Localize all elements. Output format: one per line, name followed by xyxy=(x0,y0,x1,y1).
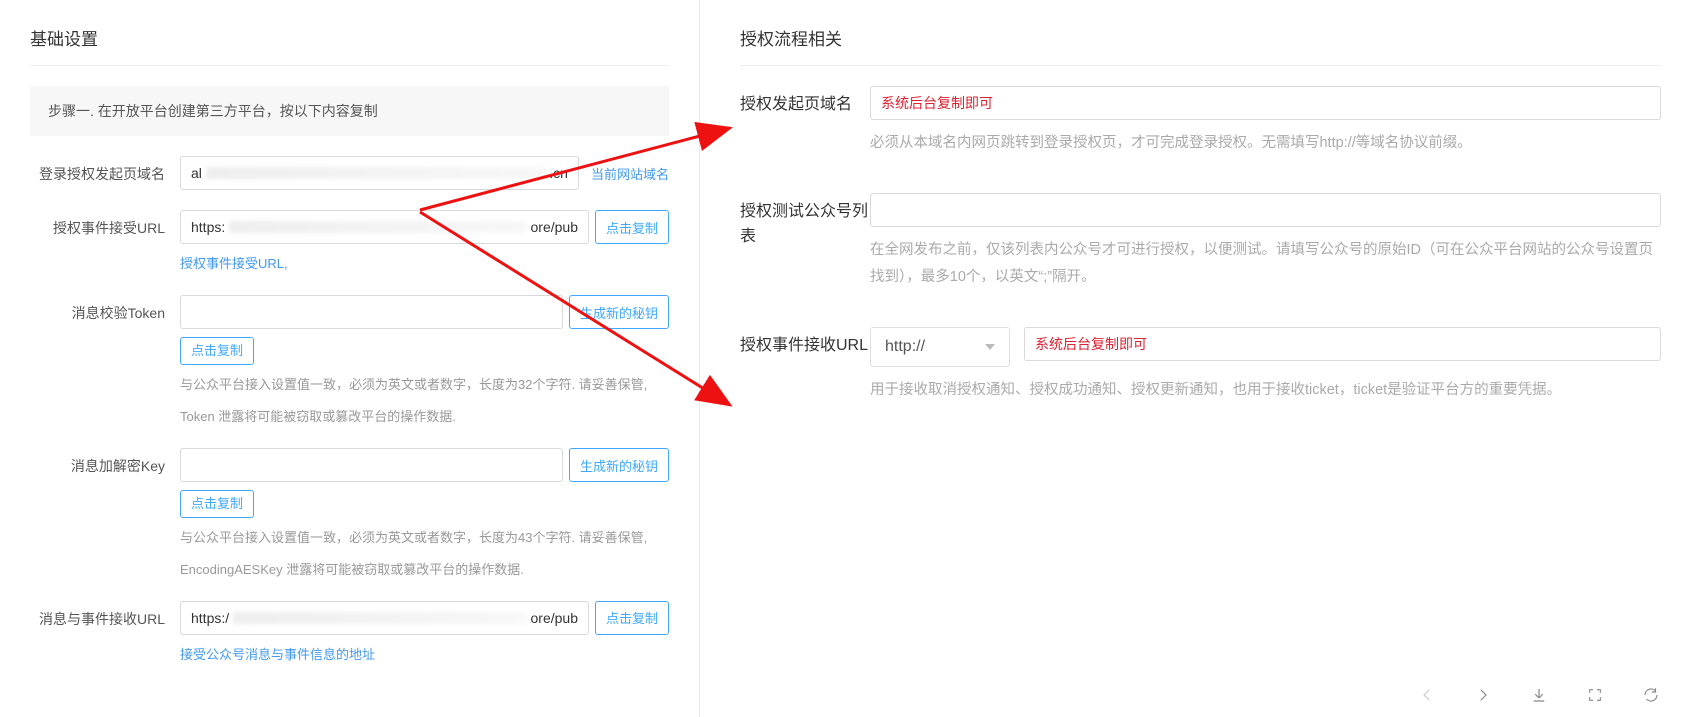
chevron-down-icon xyxy=(985,344,995,350)
viewer-toolbar xyxy=(1417,685,1661,705)
left-title: 基础设置 xyxy=(30,25,669,66)
auth-domain-help: 必须从本域名内网页跳转到登录授权页，才可完成登录授权。无需填写http://等域… xyxy=(870,130,1661,158)
next-icon[interactable] xyxy=(1473,685,1493,705)
blurred-url xyxy=(229,221,526,233)
row-test-accounts: 授权测试公众号列表 在全网发布之前，仅该列表内公众号才可进行授权，以便测试。请填… xyxy=(740,193,1661,292)
protocol-value: http:// xyxy=(885,338,925,356)
row-aeskey: 消息加解密Key 生成新的秘钥 点击复制 与公众平台接入设置值一致，必须为英文或… xyxy=(30,448,669,581)
right-title: 授权流程相关 xyxy=(740,25,1661,66)
gen-aeskey-button[interactable]: 生成新的秘钥 xyxy=(569,448,669,482)
copy-token-button[interactable]: 点击复制 xyxy=(180,337,254,365)
blurred-domain xyxy=(206,167,545,179)
row-event-url: 授权事件接受URL https: ore/pub 点击复制 授权事件接受URL, xyxy=(30,210,669,275)
test-accounts-help: 在全网发布之前，仅该列表内公众号才可进行授权，以便测试。请填写公众号的原始ID（… xyxy=(870,237,1661,292)
current-domain-link[interactable]: 当前网站域名 xyxy=(591,164,669,183)
row-auth-domain: 授权发起页域名 必须从本域名内网页跳转到登录授权页，才可完成登录授权。无需填写h… xyxy=(740,86,1661,158)
refresh-icon[interactable] xyxy=(1641,685,1661,705)
auth-domain-input[interactable] xyxy=(870,86,1661,120)
event-url-helper: 授权事件接受URL, xyxy=(180,252,669,275)
row-msg-url: 消息与事件接收URL https:/ ore/pub 点击复制 接受公众号消息与… xyxy=(30,601,669,666)
event-url-suffix: ore/pub xyxy=(531,219,578,235)
right-panel: 授权流程相关 授权发起页域名 必须从本域名内网页跳转到登录授权页，才可完成登录授… xyxy=(700,0,1701,717)
gen-token-button[interactable]: 生成新的秘钥 xyxy=(569,295,669,329)
label-auth-event-url: 授权事件接收URL xyxy=(740,327,870,359)
row-login-domain: 登录授权发起页域名 al .cn 当前网站域名 xyxy=(30,156,669,190)
left-panel: 基础设置 步骤一. 在开放平台创建第三方平台，按以下内容复制 登录授权发起页域名… xyxy=(0,0,700,717)
label-msg-url: 消息与事件接收URL xyxy=(30,601,180,629)
copy-event-url-button[interactable]: 点击复制 xyxy=(595,210,669,244)
msg-url-suffix: ore/pub xyxy=(531,610,578,626)
auth-event-url-help: 用于接收取消授权通知、授权成功通知、授权更新通知，也用于接收ticket，tic… xyxy=(870,377,1661,405)
token-input[interactable] xyxy=(180,295,563,329)
domain-prefix: al xyxy=(191,165,202,181)
aeskey-input[interactable] xyxy=(180,448,563,482)
blurred-msg-url xyxy=(233,612,526,624)
download-icon[interactable] xyxy=(1529,685,1549,705)
aeskey-helper-1: 与公众平台接入设置值一致，必须为英文或者数字，长度为43个字符. 请妥善保管, xyxy=(180,526,669,549)
domain-suffix: .cn xyxy=(549,165,568,181)
msg-url-prefix: https:/ xyxy=(191,610,229,626)
token-helper-1: 与公众平台接入设置值一致，必须为英文或者数字，长度为32个字符. 请妥善保管, xyxy=(180,373,669,396)
label-token: 消息校验Token xyxy=(30,295,180,323)
step-header: 步骤一. 在开放平台创建第三方平台，按以下内容复制 xyxy=(30,86,669,136)
label-aeskey: 消息加解密Key xyxy=(30,448,180,476)
aeskey-helper-2: EncodingAESKey 泄露将可能被窃取或篡改平台的操作数据. xyxy=(180,558,669,581)
row-auth-event-url: 授权事件接收URL http:// 用于接收取消授权通知、授权成功通知、授权更新… xyxy=(740,327,1661,405)
copy-msg-url-button[interactable]: 点击复制 xyxy=(595,601,669,635)
row-token: 消息校验Token 生成新的秘钥 点击复制 与公众平台接入设置值一致，必须为英文… xyxy=(30,295,669,428)
token-helper-2: Token 泄露将可能被窃取或篡改平台的操作数据. xyxy=(180,405,669,428)
msg-url-input[interactable]: https:/ ore/pub xyxy=(180,601,589,635)
event-url-prefix: https: xyxy=(191,219,225,235)
prev-icon[interactable] xyxy=(1417,685,1437,705)
label-auth-domain: 授权发起页域名 xyxy=(740,86,870,118)
label-login-domain: 登录授权发起页域名 xyxy=(30,156,180,184)
login-domain-input[interactable]: al .cn xyxy=(180,156,579,190)
copy-aeskey-button[interactable]: 点击复制 xyxy=(180,490,254,518)
fullscreen-icon[interactable] xyxy=(1585,685,1605,705)
test-accounts-input[interactable] xyxy=(870,193,1661,227)
event-url-input[interactable]: https: ore/pub xyxy=(180,210,589,244)
label-event-url: 授权事件接受URL xyxy=(30,210,180,238)
protocol-select[interactable]: http:// xyxy=(870,327,1010,367)
msg-url-helper: 接受公众号消息与事件信息的地址 xyxy=(180,643,669,666)
label-test-accounts: 授权测试公众号列表 xyxy=(740,193,870,250)
auth-event-url-input[interactable] xyxy=(1024,327,1661,361)
